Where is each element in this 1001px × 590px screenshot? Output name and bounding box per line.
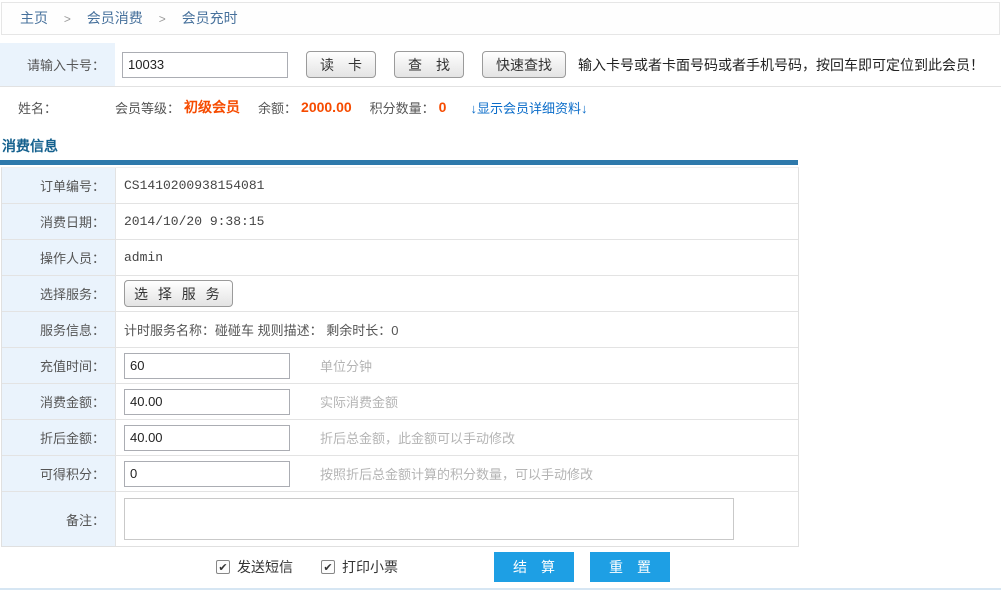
earn-points-hint: 按照折后总金额计算的积分数量，可以手动修改 <box>320 464 593 483</box>
earn-points-label: 可得积分： <box>2 456 116 491</box>
balance-value: 2000.00 <box>301 99 352 115</box>
section-title-consume-info: 消费信息 <box>2 137 1001 155</box>
row-earn-points: 可得积分： 按照折后总金额计算的积分数量，可以手动修改 <box>2 456 798 492</box>
member-summary-row: 姓名： 会员等级： 初级会员 余额： 2000.00 积分数量： 0 ↓显示会员… <box>0 87 1001 127</box>
breadcrumb-item-home[interactable]: 主页 <box>20 10 48 26</box>
consume-amount-hint: 实际消费金额 <box>320 392 398 411</box>
row-service-info: 服务信息： 计时服务名称：碰碰车 规则描述： 剩余时长：0 <box>2 312 798 348</box>
quick-find-button[interactable]: 快速查找 <box>482 51 566 78</box>
discount-amount-input[interactable] <box>124 425 290 451</box>
card-number-input[interactable] <box>122 52 288 78</box>
service-info-value: 计时服务名称：碰碰车 规则描述： 剩余时长：0 <box>124 320 398 339</box>
operator-label: 操作人员： <box>2 240 116 275</box>
row-service-select: 选择服务： 选 择 服 务 <box>2 276 798 312</box>
section-divider-bar <box>0 160 798 165</box>
member-level-value: 初级会员 <box>184 97 240 117</box>
consume-date-label: 消费日期： <box>2 204 116 239</box>
breadcrumb-separator: > <box>64 12 71 26</box>
row-discount-amount: 折后金额： 折后总金额，此金额可以手动修改 <box>2 420 798 456</box>
check-icon: ✔ <box>218 561 227 574</box>
discount-amount-hint: 折后总金额，此金额可以手动修改 <box>320 428 515 447</box>
consume-amount-label: 消费金额： <box>2 384 116 419</box>
breadcrumb: 主页 > 会员消费 > 会员充时 <box>1 2 1000 35</box>
print-receipt-checkbox[interactable]: ✔ <box>321 560 335 574</box>
card-number-label: 请输入卡号： <box>0 43 115 86</box>
service-select-label: 选择服务： <box>2 276 116 311</box>
consume-amount-input[interactable] <box>124 389 290 415</box>
row-order-no: 订单编号： CS1410200938154081 <box>2 168 798 204</box>
order-no-value: CS1410200938154081 <box>124 178 264 193</box>
check-icon: ✔ <box>323 561 332 574</box>
member-level-label: 会员等级： <box>115 98 180 117</box>
earn-points-input[interactable] <box>124 461 290 487</box>
breadcrumb-item-member-consume[interactable]: 会员消费 <box>87 10 143 26</box>
service-info-label: 服务信息： <box>2 312 116 347</box>
points-count-value: 0 <box>439 99 447 115</box>
card-lookup-row: 请输入卡号： 读 卡 查 找 快速查找 输入卡号或者卡面号码或者手机号码，按回车… <box>0 43 1001 87</box>
send-sms-label: 发送短信 <box>237 557 293 577</box>
select-service-button[interactable]: 选 择 服 务 <box>124 280 233 307</box>
breadcrumb-separator: > <box>159 12 166 26</box>
find-button[interactable]: 查 找 <box>394 51 464 78</box>
footer-actions: ✔ 发送短信 ✔ 打印小票 结 算 重 置 <box>0 550 1001 584</box>
balance-label: 余额： <box>258 98 297 117</box>
recharge-time-hint: 单位分钟 <box>320 356 372 375</box>
member-name-label: 姓名： <box>0 98 115 117</box>
recharge-time-label: 充值时间： <box>2 348 116 383</box>
row-operator: 操作人员： admin <box>2 240 798 276</box>
reset-button[interactable]: 重 置 <box>590 552 670 582</box>
row-recharge-time: 充值时间： 单位分钟 <box>2 348 798 384</box>
settle-button[interactable]: 结 算 <box>494 552 574 582</box>
remark-label: 备注： <box>2 492 116 546</box>
row-consume-date: 消费日期： 2014/10/20 9:38:15 <box>2 204 798 240</box>
row-remark: 备注： <box>2 492 798 546</box>
print-receipt-label: 打印小票 <box>342 557 398 577</box>
row-consume-amount: 消费金额： 实际消费金额 <box>2 384 798 420</box>
member-detail-link[interactable]: ↓显示会员详细资料↓ <box>470 98 587 117</box>
operator-value: admin <box>124 250 163 265</box>
points-count-label: 积分数量： <box>370 98 435 117</box>
read-card-button[interactable]: 读 卡 <box>306 51 376 78</box>
order-no-label: 订单编号： <box>2 168 116 203</box>
send-sms-checkbox[interactable]: ✔ <box>216 560 230 574</box>
consume-date-value: 2014/10/20 9:38:15 <box>124 214 264 229</box>
breadcrumb-item-member-recharge[interactable]: 会员充时 <box>182 10 238 26</box>
discount-amount-label: 折后金额： <box>2 420 116 455</box>
card-lookup-hint: 输入卡号或者卡面号码或者手机号码，按回车即可定位到此会员！ <box>578 55 984 75</box>
recharge-time-input[interactable] <box>124 353 290 379</box>
remark-textarea[interactable] <box>124 498 734 540</box>
consume-info-form: 订单编号： CS1410200938154081 消费日期： 2014/10/2… <box>1 167 799 547</box>
